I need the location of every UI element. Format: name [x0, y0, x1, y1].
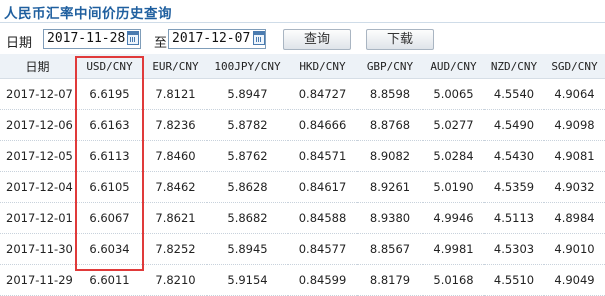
title-divider: [0, 22, 605, 23]
eur-cell: 7.8621: [144, 202, 207, 234]
jpy-cell: 5.8782: [207, 109, 288, 141]
date-cell: 2017-12-05: [0, 140, 75, 172]
hkd-cell: 0.84666: [288, 109, 357, 141]
jpy-cell: 5.8947: [207, 78, 288, 110]
hkd-cell: 0.84727: [288, 78, 357, 110]
gbp-cell: 8.8567: [357, 233, 423, 265]
aud-cell: 5.0190: [423, 171, 484, 203]
aud-cell: 5.0065: [423, 78, 484, 110]
sgd-cell: 4.9010: [544, 233, 605, 265]
nzd-cell: 4.5540: [484, 78, 544, 110]
hkd-cell: 0.84588: [288, 202, 357, 234]
column-header-sgd: SGD/CNY: [544, 54, 605, 79]
jpy-cell: 5.8682: [207, 202, 288, 234]
gbp-cell: 8.8179: [357, 264, 423, 296]
usd-cell: 6.6195: [75, 78, 144, 110]
aud-cell: 5.0277: [423, 109, 484, 141]
usd-cell: 6.6034: [75, 233, 144, 265]
table-header-row: 日期 USD/CNY EUR/CNY 100JPY/CNY HKD/CNY GB…: [0, 54, 605, 79]
jpy-cell: 5.8762: [207, 140, 288, 172]
sgd-cell: 4.9064: [544, 78, 605, 110]
date-cell: 2017-11-30: [0, 233, 75, 265]
date-cell: 2017-12-04: [0, 171, 75, 203]
jpy-cell: 5.9154: [207, 264, 288, 296]
to-label: 至: [154, 36, 168, 51]
usd-cell: 6.6067: [75, 202, 144, 234]
date-cell: 2017-12-01: [0, 202, 75, 234]
hkd-cell: 0.84617: [288, 171, 357, 203]
eur-cell: 7.8121: [144, 78, 207, 110]
usd-cell: 6.6163: [75, 109, 144, 141]
column-header-usd: USD/CNY: [75, 54, 144, 79]
sgd-cell: 4.9032: [544, 171, 605, 203]
date-cell: 2017-12-06: [0, 109, 75, 141]
gbp-cell: 8.8768: [357, 109, 423, 141]
usd-cell: 6.6105: [75, 171, 144, 203]
gbp-cell: 8.8598: [357, 78, 423, 110]
hkd-cell: 0.84599: [288, 264, 357, 296]
table-row: 2017-12-05 6.6113 7.8460 5.8762 0.84571 …: [0, 140, 605, 172]
table-row: 2017-12-01 6.6067 7.8621 5.8682 0.84588 …: [0, 202, 605, 234]
eur-cell: 7.8210: [144, 264, 207, 296]
gbp-cell: 8.9261: [357, 171, 423, 203]
table-row: 2017-12-06 6.6163 7.8236 5.8782 0.84666 …: [0, 109, 605, 141]
eur-cell: 7.8252: [144, 233, 207, 265]
column-header-aud: AUD/CNY: [423, 54, 484, 79]
usd-cell: 6.6113: [75, 140, 144, 172]
column-header-gbp: GBP/CNY: [357, 54, 423, 79]
aud-cell: 5.0284: [423, 140, 484, 172]
hkd-cell: 0.84571: [288, 140, 357, 172]
jpy-cell: 5.8945: [207, 233, 288, 265]
nzd-cell: 4.5510: [484, 264, 544, 296]
sgd-cell: 4.9049: [544, 264, 605, 296]
eur-cell: 7.8460: [144, 140, 207, 172]
jpy-cell: 5.8628: [207, 171, 288, 203]
table-row: 2017-11-29 6.6011 7.8210 5.9154 0.84599 …: [0, 264, 605, 296]
calendar-icon[interactable]: [127, 31, 139, 45]
hkd-cell: 0.84577: [288, 233, 357, 265]
column-header-eur: EUR/CNY: [144, 54, 207, 79]
query-button[interactable]: 查询: [283, 29, 351, 50]
filter-bar: 日期 2017-11-28 至 2017-12-07 查询 下载: [0, 29, 605, 51]
usd-cell: 6.6011: [75, 264, 144, 296]
table-row: 2017-12-04 6.6105 7.8462 5.8628 0.84617 …: [0, 171, 605, 203]
date-label: 日期: [6, 36, 33, 51]
gbp-cell: 8.9380: [357, 202, 423, 234]
table-row: 2017-11-30 6.6034 7.8252 5.8945 0.84577 …: [0, 233, 605, 265]
download-button[interactable]: 下载: [366, 29, 434, 50]
aud-cell: 4.9946: [423, 202, 484, 234]
sgd-cell: 4.9098: [544, 109, 605, 141]
column-header-hkd: HKD/CNY: [288, 54, 357, 79]
nzd-cell: 4.5490: [484, 109, 544, 141]
end-date-input[interactable]: 2017-12-07: [168, 29, 266, 49]
nzd-cell: 4.5359: [484, 171, 544, 203]
sgd-cell: 4.9081: [544, 140, 605, 172]
column-header-nzd: NZD/CNY: [484, 54, 544, 79]
column-header-jpy: 100JPY/CNY: [207, 54, 288, 79]
aud-cell: 4.9981: [423, 233, 484, 265]
nzd-cell: 4.5303: [484, 233, 544, 265]
eur-cell: 7.8236: [144, 109, 207, 141]
calendar-icon[interactable]: [253, 31, 265, 45]
gbp-cell: 8.9082: [357, 140, 423, 172]
date-cell: 2017-11-29: [0, 264, 75, 296]
column-header-date: 日期: [0, 54, 75, 79]
rate-table: 日期 USD/CNY EUR/CNY 100JPY/CNY HKD/CNY GB…: [0, 54, 605, 296]
nzd-cell: 4.5113: [484, 202, 544, 234]
nzd-cell: 4.5430: [484, 140, 544, 172]
page-title: 人民币汇率中间价历史查询: [4, 6, 172, 22]
sgd-cell: 4.8984: [544, 202, 605, 234]
table-row: 2017-12-07 6.6195 7.8121 5.8947 0.84727 …: [0, 78, 605, 110]
aud-cell: 5.0168: [423, 264, 484, 296]
date-cell: 2017-12-07: [0, 78, 75, 110]
eur-cell: 7.8462: [144, 171, 207, 203]
